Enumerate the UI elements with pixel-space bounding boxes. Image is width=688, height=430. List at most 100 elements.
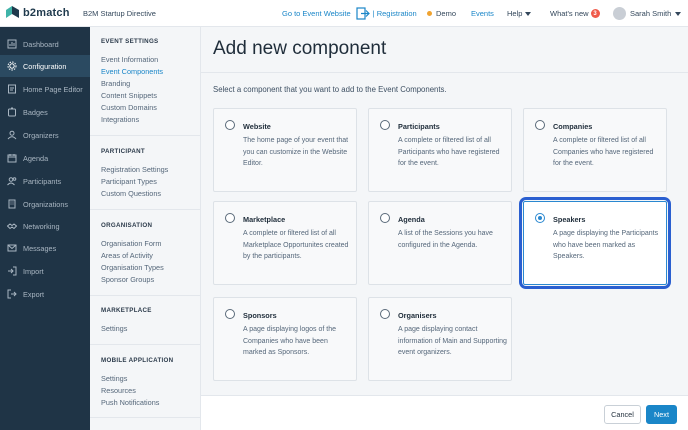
goto-event-group: Go to Event Website | Registration (282, 0, 417, 27)
component-description: A complete or filtered list of all Compa… (553, 137, 654, 167)
sidebar-item-import[interactable]: Import (0, 260, 90, 282)
submenu-item-settings[interactable]: Settings (101, 374, 127, 383)
radio-button[interactable] (380, 309, 390, 319)
next-button[interactable]: Next (646, 405, 677, 424)
submenu-divider (90, 344, 201, 345)
submenu-item-areas-of-activity[interactable]: Areas of Activity (101, 251, 153, 260)
whats-new-button[interactable]: What's new 3 (550, 0, 600, 27)
submenu-item-organisation-types[interactable]: Organisation Types (101, 263, 164, 272)
event-name: B2M Startup Directive (83, 9, 156, 18)
demo-indicator[interactable]: Demo (427, 0, 456, 27)
submenu-item-integrations[interactable]: Integrations (101, 115, 139, 124)
submenu-item-resources[interactable]: Resources (101, 386, 136, 395)
sidebar-item-participants[interactable]: Participants (0, 170, 90, 192)
sidebar-item-label: Home Page Editor (23, 84, 83, 94)
component-title: Companies (553, 122, 593, 131)
sidebar-item-label: Messages (23, 243, 57, 253)
radio-button[interactable] (225, 120, 235, 130)
handshake-icon (7, 223, 17, 230)
radio-selected-dot (538, 216, 542, 220)
logo[interactable]: b2match (6, 6, 70, 19)
radio-button[interactable] (380, 120, 390, 130)
calendar-icon (7, 154, 17, 163)
submenu-item-branding[interactable]: Branding (101, 79, 130, 88)
submenu-item-settings[interactable]: Settings (101, 324, 127, 333)
home-page-icon (8, 84, 16, 94)
sidebar-item-dashboard[interactable]: Dashboard (0, 33, 90, 55)
cancel-button[interactable]: Cancel (604, 405, 641, 424)
radio-button[interactable] (535, 213, 545, 223)
chevron-down-icon (675, 11, 682, 16)
component-card-speakers[interactable]: Speakers A page displaying the Participan… (523, 201, 667, 285)
sidebar-item-label: Organizations (23, 199, 69, 209)
component-card-participants[interactable]: Participants A complete or filtered list … (368, 108, 512, 192)
notification-badge: 3 (590, 9, 600, 18)
sidebar-item-messages[interactable]: Messages (0, 237, 90, 259)
component-card-companies[interactable]: Companies A complete or filtered list of … (523, 108, 667, 192)
badge-icon (8, 107, 16, 117)
avatar (613, 7, 626, 20)
participants-icon (7, 177, 17, 186)
component-card-sponsors[interactable]: Sponsors A page displaying logos of the C… (213, 297, 357, 381)
settings-submenu: EVENT SETTINGS Event Information Event Com… (90, 27, 201, 430)
submenu-item-push-notifications[interactable]: Push Notifications (101, 398, 159, 407)
component-title: Speakers (553, 215, 586, 224)
logo-text: b2match (23, 6, 70, 19)
goto-event-link[interactable]: Go to Event Website (282, 9, 351, 18)
sidebar-item-label: Export (23, 289, 45, 299)
submenu-item-participant-types[interactable]: Participant Types (101, 177, 157, 186)
radio-button[interactable] (380, 213, 390, 223)
sidebar-item-home-page-editor[interactable]: Home Page Editor (0, 78, 90, 100)
sidebar-item-organizers[interactable]: Organizers (0, 124, 90, 146)
help-menu[interactable]: Help (507, 0, 532, 27)
component-description: A page displaying logos of the Companies… (243, 326, 337, 356)
sidebar-item-configuration[interactable]: Configuration (0, 55, 90, 77)
sidebar-item-export[interactable]: Export (0, 283, 90, 305)
submenu-item-custom-questions[interactable]: Custom Questions (101, 189, 161, 198)
user-menu[interactable]: Sarah Smith (613, 0, 682, 27)
submenu-item-content-snippets[interactable]: Content Snippets (101, 91, 157, 100)
envelope-icon (7, 244, 17, 252)
sidebar-item-agenda[interactable]: Agenda (0, 147, 90, 169)
submenu-item-event-information[interactable]: Event Information (101, 55, 158, 64)
component-card-agenda[interactable]: Agenda A list of the Sessions you have co… (368, 201, 512, 285)
instructions-text: Select a component that you want to add … (213, 85, 447, 94)
submenu-item-event-components[interactable]: Event Components (101, 67, 163, 76)
component-card-marketplace[interactable]: Marketplace A complete or filtered list o… (213, 201, 357, 285)
sidebar-item-label: Dashboard (23, 39, 59, 49)
component-description: A complete or filtered list of all Parti… (398, 137, 500, 167)
sidebar-item-label: Import (23, 266, 44, 276)
export-icon (7, 289, 17, 299)
enter-icon[interactable] (356, 7, 370, 20)
sidebar-item-badges[interactable]: Badges (0, 101, 90, 123)
submenu-item-sponsor-groups[interactable]: Sponsor Groups (101, 275, 154, 284)
page-title: Add new component (213, 38, 387, 59)
sidebar-item-networking[interactable]: Networking (0, 215, 90, 237)
events-label: Events (471, 9, 494, 18)
sidebar-item-label: Participants (23, 176, 62, 186)
submenu-item-custom-domains[interactable]: Custom Domains (101, 103, 157, 112)
registration-link[interactable]: | Registration (373, 9, 417, 18)
submenu-section-heading: MARKETPLACE (101, 307, 152, 314)
sidebar-item-label: Agenda (23, 153, 49, 163)
radio-button[interactable] (225, 309, 235, 319)
sidebar-item-label: Networking (23, 221, 60, 231)
component-card-website[interactable]: Website The home page of your event that … (213, 108, 357, 192)
submenu-divider (90, 295, 201, 296)
sidebar-item-label: Badges (23, 107, 48, 117)
submenu-item-registration-settings[interactable]: Registration Settings (101, 165, 168, 174)
radio-button[interactable] (535, 120, 545, 130)
submenu-divider (90, 417, 201, 418)
b2match-logo-icon (6, 6, 19, 18)
radio-button[interactable] (225, 213, 235, 223)
component-card-organisers[interactable]: Organisers A page displaying contact info… (368, 297, 512, 381)
dashboard-icon (7, 39, 17, 49)
sidebar-item-organizations[interactable]: Organizations (0, 193, 90, 215)
title-divider (201, 72, 688, 73)
main-sidebar: Dashboard Configuration Home Page Editor Ba… (0, 27, 90, 430)
whats-new-label: What's new (550, 9, 589, 18)
submenu-item-organisation-form[interactable]: Organisation Form (101, 239, 161, 248)
building-icon (8, 199, 16, 209)
user-name: Sarah Smith (630, 9, 672, 18)
events-link[interactable]: Events (471, 0, 494, 27)
